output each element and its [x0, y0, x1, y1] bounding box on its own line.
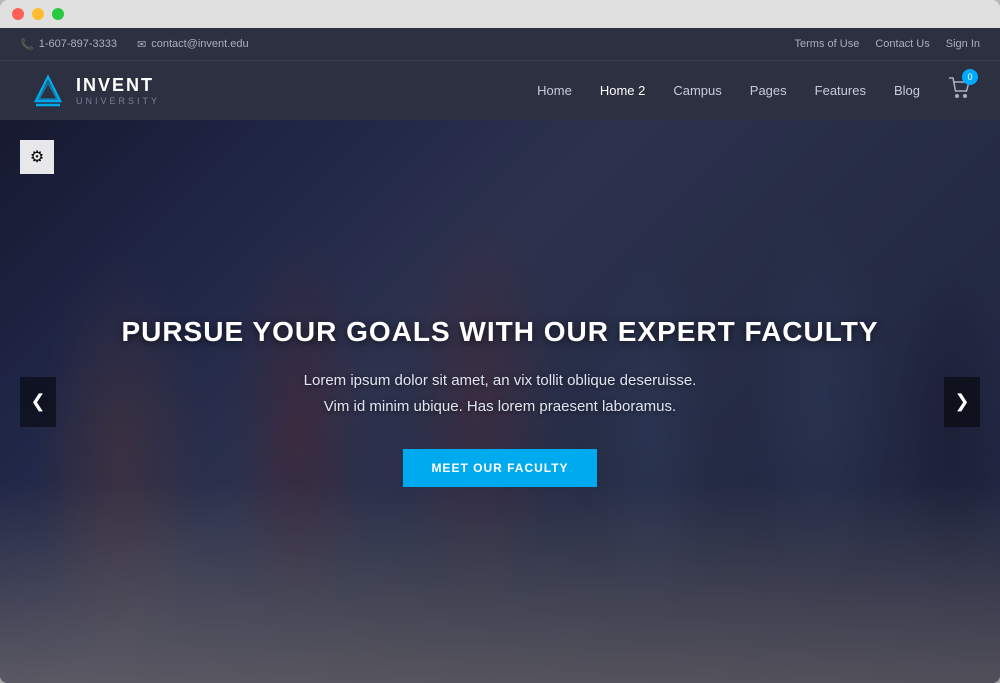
- phone-icon: 📞: [20, 38, 34, 51]
- logo-icon: [30, 73, 66, 109]
- mac-window: 📞 1-607-897-3333 ✉ contact@invent.edu Te…: [0, 0, 1000, 683]
- logo-name: INVENT: [76, 75, 160, 96]
- nav-features[interactable]: Features: [815, 83, 866, 98]
- logo-subtitle: UNIVERSITY: [76, 96, 160, 106]
- gear-icon: ⚙: [30, 147, 44, 167]
- logo-text: INVENT UNIVERSITY: [76, 75, 160, 106]
- utility-right: Terms of Use Contact Us Sign In: [795, 38, 980, 50]
- close-button[interactable]: [12, 8, 24, 20]
- cart-button[interactable]: 0: [948, 77, 970, 104]
- hero-content: PURSUE YOUR GOALS WITH OUR EXPERT FACULT…: [0, 120, 1000, 683]
- email-info: ✉ contact@invent.edu: [137, 38, 249, 51]
- hero-subtitle: Lorem ipsum dolor sit amet, an vix tolli…: [304, 368, 697, 419]
- nav-campus[interactable]: Campus: [673, 83, 721, 98]
- chevron-right-icon: ❯: [954, 391, 969, 412]
- prev-slide-button[interactable]: ❮: [20, 377, 56, 427]
- utility-bar: 📞 1-607-897-3333 ✉ contact@invent.edu Te…: [0, 28, 1000, 60]
- hero-section: ⚙ ❮ PURSUE YOUR GOALS WITH OUR EXPERT FA…: [0, 120, 1000, 683]
- nav-links: Home Home 2 Campus Pages Features Blog 0: [537, 77, 970, 104]
- settings-cog[interactable]: ⚙: [20, 140, 54, 174]
- chevron-left-icon: ❮: [30, 391, 45, 412]
- nav-pages[interactable]: Pages: [750, 83, 787, 98]
- phone-info: 📞 1-607-897-3333: [20, 38, 117, 51]
- signin-link[interactable]: Sign In: [946, 38, 980, 50]
- maximize-button[interactable]: [52, 8, 64, 20]
- nav-home[interactable]: Home: [537, 83, 572, 98]
- phone-number: 1-607-897-3333: [39, 38, 117, 50]
- nav-home2[interactable]: Home 2: [600, 83, 646, 98]
- meet-faculty-button[interactable]: MEET OUR FACULTY: [403, 449, 596, 487]
- utility-left: 📞 1-607-897-3333 ✉ contact@invent.edu: [20, 38, 249, 51]
- mac-titlebar: [0, 0, 1000, 28]
- next-slide-button[interactable]: ❯: [944, 377, 980, 427]
- minimize-button[interactable]: [32, 8, 44, 20]
- website: 📞 1-607-897-3333 ✉ contact@invent.edu Te…: [0, 28, 1000, 683]
- email-icon: ✉: [137, 38, 146, 51]
- terms-link[interactable]: Terms of Use: [795, 38, 860, 50]
- nav-blog[interactable]: Blog: [894, 83, 920, 98]
- email-address: contact@invent.edu: [151, 38, 248, 50]
- main-nav: INVENT UNIVERSITY Home Home 2 Campus Pag…: [0, 60, 1000, 120]
- logo-area[interactable]: INVENT UNIVERSITY: [30, 73, 160, 109]
- cart-badge: 0: [962, 69, 978, 85]
- hero-subtitle-line1: Lorem ipsum dolor sit amet, an vix tolli…: [304, 372, 697, 389]
- hero-title: PURSUE YOUR GOALS WITH OUR EXPERT FACULT…: [121, 316, 878, 348]
- contact-link[interactable]: Contact Us: [875, 38, 929, 50]
- hero-subtitle-line2: Vim id minim ubique. Has lorem praesent …: [324, 398, 676, 415]
